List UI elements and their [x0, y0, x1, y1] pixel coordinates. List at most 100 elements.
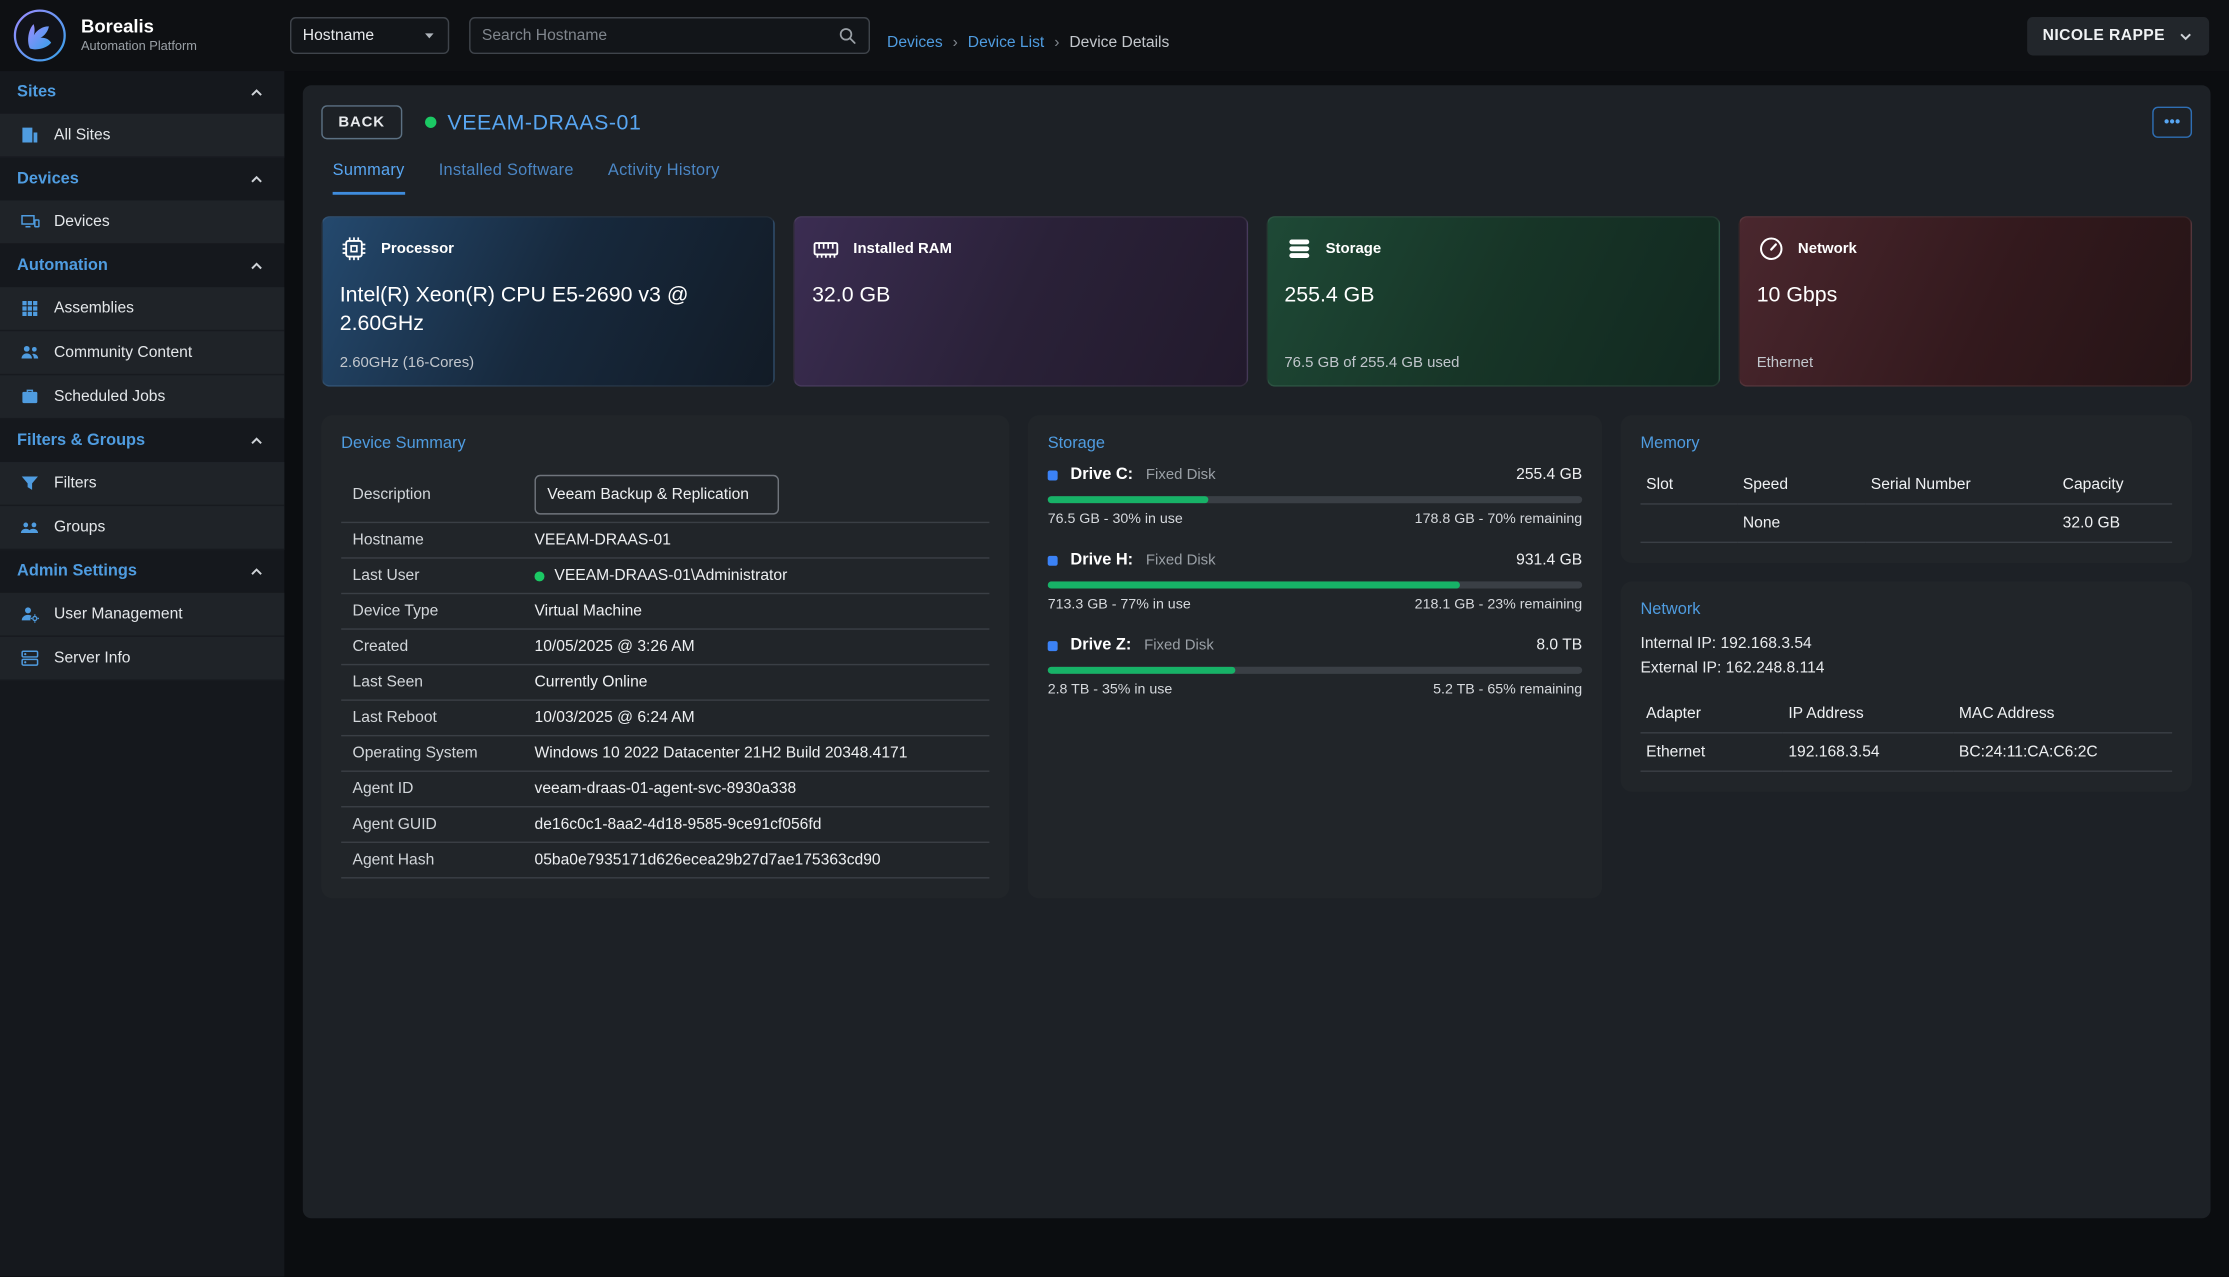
- devices-icon: [20, 212, 40, 232]
- hostname-filter-label: Hostname: [303, 27, 374, 44]
- chevron-up-icon: [249, 171, 265, 187]
- card-title: Network: [1798, 240, 1857, 257]
- tab-summary[interactable]: Summary: [333, 162, 405, 195]
- sidebar-item-label: Community Content: [54, 344, 192, 361]
- storage-card: Storage 255.4 GB 76.5 GB of 255.4 GB use…: [1266, 216, 1720, 387]
- network-panel: Network Internal IP: 192.168.3.54 Extern…: [1621, 581, 2192, 792]
- sidebar-item-user-management[interactable]: User Management: [0, 593, 284, 637]
- search-icon: [837, 26, 857, 46]
- sidebar-item-groups[interactable]: Groups: [0, 506, 284, 550]
- breadcrumb-device-list[interactable]: Device List: [968, 34, 1044, 51]
- drive-h: Drive H: Fixed Disk 931.4 GB 713.3 GB - …: [1048, 552, 1583, 613]
- summary-row-last-seen: Last Seen Currently Online: [341, 665, 989, 701]
- drive-z: Drive Z: Fixed Disk 8.0 TB 2.8 TB - 35% …: [1048, 637, 1583, 698]
- sidebar-item-label: Filters: [54, 475, 97, 492]
- network-header-adapter: Adapter: [1640, 695, 1782, 733]
- storage-icon: [1284, 235, 1312, 263]
- chevron-up-icon: [249, 258, 265, 274]
- chevron-up-icon: [249, 433, 265, 449]
- sidebar-item-devices[interactable]: Devices: [0, 200, 284, 244]
- breadcrumb-devices[interactable]: Devices: [887, 34, 943, 51]
- drive-bullet-icon: [1048, 470, 1058, 480]
- network-value: 10 Gbps: [1757, 281, 2162, 310]
- description-input[interactable]: [535, 474, 780, 514]
- summary-row-description: Description: [341, 466, 989, 523]
- user-gear-icon: [20, 604, 40, 624]
- more-options-button[interactable]: •••: [2152, 107, 2192, 138]
- sidebar-item-filters[interactable]: Filters: [0, 462, 284, 506]
- hostname-filter-dropdown[interactable]: Hostname: [290, 17, 449, 54]
- sidebar-item-server-info[interactable]: Server Info: [0, 637, 284, 681]
- summary-row-agent-hash: Agent Hash 05ba0e7935171d626ecea29b27d7a…: [341, 843, 989, 879]
- sidebar-section-automation[interactable]: Automation: [0, 245, 284, 288]
- drive-bullet-icon: [1048, 640, 1058, 650]
- device-header: BACK VEEAM-DRAAS-01 •••: [321, 105, 2192, 139]
- device-summary-title: Device Summary: [341, 435, 989, 452]
- sidebar-item-scheduled-jobs[interactable]: Scheduled Jobs: [0, 375, 284, 419]
- search-input[interactable]: [482, 27, 837, 44]
- tab-activity-history[interactable]: Activity History: [608, 162, 720, 195]
- device-details-panel: BACK VEEAM-DRAAS-01 ••• Summary Installe…: [303, 85, 2211, 1218]
- sidebar-section-admin-settings[interactable]: Admin Settings: [0, 550, 284, 593]
- drive-used-text: 76.5 GB - 30% in use: [1048, 512, 1183, 528]
- summary-row-operating-system: Operating System Windows 10 2022 Datacen…: [341, 736, 989, 772]
- network-header-ip: IP Address: [1783, 695, 1954, 733]
- sidebar-item-community-content[interactable]: Community Content: [0, 331, 284, 375]
- drive-remaining-text: 5.2 TB - 65% remaining: [1433, 682, 1582, 698]
- summary-row-last-user: Last User VEEAM-DRAAS-01\Administrator: [341, 559, 989, 595]
- sidebar-item-label: All Sites: [54, 127, 111, 144]
- memory-panel-title: Memory: [1640, 435, 2172, 452]
- dropdown-caret-icon: [422, 28, 436, 42]
- sidebar-item-assemblies[interactable]: Assemblies: [0, 287, 284, 331]
- cpu-icon: [340, 235, 368, 263]
- sidebar-item-label: User Management: [54, 606, 183, 623]
- tab-installed-software[interactable]: Installed Software: [439, 162, 574, 195]
- server-icon: [20, 648, 40, 668]
- memory-cell-speed: None: [1737, 505, 1865, 543]
- network-footer: Ethernet: [1757, 354, 1813, 371]
- brand-text: Borealis Automation Platform: [81, 18, 197, 54]
- user-menu-button[interactable]: NICOLE RAPPE: [2027, 16, 2209, 54]
- summary-row-last-reboot: Last Reboot 10/03/2025 @ 6:24 AM: [341, 701, 989, 737]
- sidebar: Sites All Sites Devices Devices Automati…: [0, 71, 284, 1276]
- brand: Borealis Automation Platform: [0, 7, 284, 64]
- user-name: NICOLE RAPPE: [2043, 27, 2165, 44]
- breadcrumb-separator: ›: [1054, 34, 1059, 51]
- grid-icon: [20, 299, 40, 319]
- app-root: Borealis Automation Platform Hostname De…: [0, 0, 2229, 1277]
- chevron-up-icon: [249, 85, 265, 101]
- drive-usage-bar: [1048, 581, 1583, 588]
- sidebar-section-label: Sites: [17, 84, 56, 101]
- installed-ram-card: Installed RAM 32.0 GB: [794, 216, 1248, 387]
- ram-value: 32.0 GB: [812, 281, 1217, 310]
- briefcase-icon: [20, 387, 40, 407]
- sidebar-item-label: Server Info: [54, 650, 130, 667]
- drive-usage-bar: [1048, 667, 1583, 674]
- external-ip: External IP: 162.248.8.114: [1640, 657, 2172, 681]
- device-summary-panel: Device Summary Description Hostname VEEA…: [321, 415, 1009, 898]
- filter-icon: [20, 473, 40, 493]
- chevron-down-icon: [2178, 28, 2194, 44]
- sidebar-section-devices[interactable]: Devices: [0, 158, 284, 201]
- summary-row-hostname: Hostname VEEAM-DRAAS-01: [341, 523, 989, 559]
- processor-footer: 2.60GHz (16-Cores): [340, 354, 474, 371]
- sidebar-section-filters-groups[interactable]: Filters & Groups: [0, 419, 284, 462]
- top-bar: Borealis Automation Platform Hostname De…: [0, 0, 2229, 71]
- drive-usage-bar: [1048, 496, 1583, 503]
- network-panel-title: Network: [1640, 601, 2172, 618]
- hostname-search: [469, 17, 870, 54]
- sidebar-section-label: Filters & Groups: [17, 432, 145, 449]
- sidebar-item-all-sites[interactable]: All Sites: [0, 114, 284, 158]
- back-button[interactable]: BACK: [321, 105, 402, 139]
- storage-panel-title: Storage: [1048, 435, 1583, 452]
- sidebar-section-label: Admin Settings: [17, 563, 137, 580]
- sidebar-item-label: Scheduled Jobs: [54, 388, 165, 405]
- sidebar-section-sites[interactable]: Sites: [0, 71, 284, 114]
- card-title: Installed RAM: [853, 240, 952, 257]
- stat-cards: Processor Intel(R) Xeon(R) CPU E5-2690 v…: [321, 216, 2192, 387]
- online-status-dot: [425, 117, 436, 128]
- drive-bullet-icon: [1048, 555, 1058, 565]
- ram-icon: [812, 235, 840, 263]
- summary-row-created: Created 10/05/2025 @ 3:26 AM: [341, 630, 989, 666]
- card-title: Storage: [1326, 240, 1382, 257]
